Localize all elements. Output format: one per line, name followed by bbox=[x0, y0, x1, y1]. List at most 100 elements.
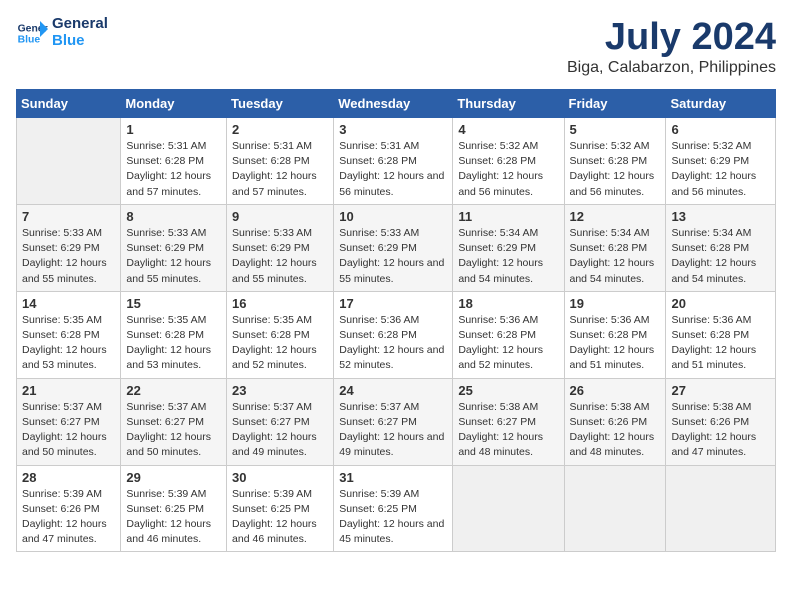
day-cell: 13Sunrise: 5:34 AMSunset: 6:28 PMDayligh… bbox=[666, 204, 776, 291]
day-number: 18 bbox=[458, 296, 558, 311]
title-section: July 2024 Biga, Calabarzon, Philippines bbox=[567, 16, 776, 77]
day-number: 1 bbox=[126, 122, 221, 137]
day-info: Sunrise: 5:32 AMSunset: 6:29 PMDaylight:… bbox=[671, 139, 770, 200]
day-cell: 5Sunrise: 5:32 AMSunset: 6:28 PMDaylight… bbox=[564, 118, 666, 205]
header-cell-tuesday: Tuesday bbox=[227, 90, 334, 118]
day-number: 2 bbox=[232, 122, 328, 137]
day-cell: 11 Sunrise: 5:34 AMSunset: 6:29 PMDayligh… bbox=[453, 204, 564, 291]
day-info: Sunrise: 5:37 AMSunset: 6:27 PMDaylight:… bbox=[339, 400, 447, 461]
day-cell: 12 Sunrise: 5:34 AMSunset: 6:28 PMDayligh… bbox=[564, 204, 666, 291]
day-number: 9 bbox=[232, 209, 328, 224]
week-row: 7Sunrise: 5:33 AMSunset: 6:29 PMDaylight… bbox=[17, 204, 776, 291]
day-number: 8 bbox=[126, 209, 221, 224]
header-cell-monday: Monday bbox=[121, 90, 227, 118]
day-cell bbox=[666, 465, 776, 552]
day-info: Sunrise: 5:33 AMSunset: 6:29 PMDaylight:… bbox=[232, 226, 328, 287]
day-number: 31 bbox=[339, 470, 447, 485]
day-info: Sunrise: 5:35 AMSunset: 6:28 PMDaylight:… bbox=[232, 313, 328, 374]
calendar-body: 1 Sunrise: 5:31 AMSunset: 6:28 PMDaylight… bbox=[17, 118, 776, 552]
day-cell: 17Sunrise: 5:36 AMSunset: 6:28 PMDayligh… bbox=[334, 291, 453, 378]
day-info: Sunrise: 5:38 AMSunset: 6:26 PMDaylight:… bbox=[570, 400, 661, 461]
day-info: Sunrise: 5:39 AMSunset: 6:26 PMDaylight:… bbox=[22, 487, 115, 548]
day-cell: 3 Sunrise: 5:31 AMSunset: 6:28 PMDaylight… bbox=[334, 118, 453, 205]
day-info: Sunrise: 5:33 AMSunset: 6:29 PMDaylight:… bbox=[339, 226, 447, 287]
day-info: Sunrise: 5:34 AMSunset: 6:29 PMDaylight:… bbox=[458, 226, 558, 287]
calendar-header: SundayMondayTuesdayWednesdayThursdayFrid… bbox=[17, 90, 776, 118]
day-info: Sunrise: 5:35 AMSunset: 6:28 PMDaylight:… bbox=[126, 313, 221, 374]
day-number: 29 bbox=[126, 470, 221, 485]
day-cell: 24 Sunrise: 5:37 AMSunset: 6:27 PMDayligh… bbox=[334, 378, 453, 465]
day-info: Sunrise: 5:37 AMSunset: 6:27 PMDaylight:… bbox=[22, 400, 115, 461]
day-number: 4 bbox=[458, 122, 558, 137]
day-cell: 14 Sunrise: 5:35 AMSunset: 6:28 PMDayligh… bbox=[17, 291, 121, 378]
day-number: 21 bbox=[22, 383, 115, 398]
day-number: 28 bbox=[22, 470, 115, 485]
day-cell: 15 Sunrise: 5:35 AMSunset: 6:28 PMDayligh… bbox=[121, 291, 227, 378]
location-title: Biga, Calabarzon, Philippines bbox=[567, 59, 776, 77]
day-info: Sunrise: 5:39 AMSunset: 6:25 PMDaylight:… bbox=[232, 487, 328, 548]
day-number: 6 bbox=[671, 122, 770, 137]
day-cell: 20 Sunrise: 5:36 AMSunset: 6:28 PMDayligh… bbox=[666, 291, 776, 378]
day-info: Sunrise: 5:32 AMSunset: 6:28 PMDaylight:… bbox=[458, 139, 558, 200]
day-info: Sunrise: 5:39 AMSunset: 6:25 PMDaylight:… bbox=[126, 487, 221, 548]
day-info: Sunrise: 5:36 AMSunset: 6:28 PMDaylight:… bbox=[458, 313, 558, 374]
header-cell-friday: Friday bbox=[564, 90, 666, 118]
day-number: 25 bbox=[458, 383, 558, 398]
day-number: 15 bbox=[126, 296, 221, 311]
svg-text:Blue: Blue bbox=[18, 34, 41, 45]
day-info: Sunrise: 5:36 AMSunset: 6:28 PMDaylight:… bbox=[339, 313, 447, 374]
day-cell: 27 Sunrise: 5:38 AMSunset: 6:26 PMDayligh… bbox=[666, 378, 776, 465]
day-number: 3 bbox=[339, 122, 447, 137]
header-cell-thursday: Thursday bbox=[453, 90, 564, 118]
day-info: Sunrise: 5:37 AMSunset: 6:27 PMDaylight:… bbox=[126, 400, 221, 461]
header-cell-sunday: Sunday bbox=[17, 90, 121, 118]
day-cell bbox=[453, 465, 564, 552]
day-number: 22 bbox=[126, 383, 221, 398]
day-number: 13 bbox=[671, 209, 770, 224]
logo-line2: Blue bbox=[52, 33, 108, 50]
logo: General Blue General Blue bbox=[16, 16, 108, 49]
day-cell bbox=[564, 465, 666, 552]
day-cell: 4 Sunrise: 5:32 AMSunset: 6:28 PMDaylight… bbox=[453, 118, 564, 205]
day-info: Sunrise: 5:39 AMSunset: 6:25 PMDaylight:… bbox=[339, 487, 447, 548]
week-row: 28 Sunrise: 5:39 AMSunset: 6:26 PMDayligh… bbox=[17, 465, 776, 552]
day-info: Sunrise: 5:34 AMSunset: 6:28 PMDaylight:… bbox=[570, 226, 661, 287]
day-number: 12 bbox=[570, 209, 661, 224]
month-title: July 2024 bbox=[567, 16, 776, 59]
day-number: 30 bbox=[232, 470, 328, 485]
day-info: Sunrise: 5:31 AMSunset: 6:28 PMDaylight:… bbox=[126, 139, 221, 200]
day-number: 19 bbox=[570, 296, 661, 311]
day-info: Sunrise: 5:35 AMSunset: 6:28 PMDaylight:… bbox=[22, 313, 115, 374]
day-info: Sunrise: 5:31 AMSunset: 6:28 PMDaylight:… bbox=[339, 139, 447, 200]
day-cell: 2 Sunrise: 5:31 AMSunset: 6:28 PMDaylight… bbox=[227, 118, 334, 205]
day-cell: 9 Sunrise: 5:33 AMSunset: 6:29 PMDaylight… bbox=[227, 204, 334, 291]
day-number: 11 bbox=[458, 209, 558, 224]
day-number: 5 bbox=[570, 122, 661, 137]
week-row: 14 Sunrise: 5:35 AMSunset: 6:28 PMDayligh… bbox=[17, 291, 776, 378]
week-row: 1 Sunrise: 5:31 AMSunset: 6:28 PMDaylight… bbox=[17, 118, 776, 205]
day-info: Sunrise: 5:37 AMSunset: 6:27 PMDaylight:… bbox=[232, 400, 328, 461]
day-number: 23 bbox=[232, 383, 328, 398]
page-header: General Blue General Blue July 2024 Biga… bbox=[16, 16, 776, 77]
day-info: Sunrise: 5:38 AMSunset: 6:27 PMDaylight:… bbox=[458, 400, 558, 461]
day-cell: 26Sunrise: 5:38 AMSunset: 6:26 PMDayligh… bbox=[564, 378, 666, 465]
day-number: 20 bbox=[671, 296, 770, 311]
day-info: Sunrise: 5:31 AMSunset: 6:28 PMDaylight:… bbox=[232, 139, 328, 200]
logo-line1: General bbox=[52, 16, 108, 33]
day-info: Sunrise: 5:36 AMSunset: 6:28 PMDaylight:… bbox=[671, 313, 770, 374]
day-cell: 23 Sunrise: 5:37 AMSunset: 6:27 PMDayligh… bbox=[227, 378, 334, 465]
day-cell: 7Sunrise: 5:33 AMSunset: 6:29 PMDaylight… bbox=[17, 204, 121, 291]
day-cell: 22 Sunrise: 5:37 AMSunset: 6:27 PMDayligh… bbox=[121, 378, 227, 465]
day-number: 27 bbox=[671, 383, 770, 398]
header-cell-wednesday: Wednesday bbox=[334, 90, 453, 118]
day-number: 16 bbox=[232, 296, 328, 311]
day-cell: 25 Sunrise: 5:38 AMSunset: 6:27 PMDayligh… bbox=[453, 378, 564, 465]
day-number: 24 bbox=[339, 383, 447, 398]
day-info: Sunrise: 5:38 AMSunset: 6:26 PMDaylight:… bbox=[671, 400, 770, 461]
day-cell: 1 Sunrise: 5:31 AMSunset: 6:28 PMDaylight… bbox=[121, 118, 227, 205]
day-cell: 30 Sunrise: 5:39 AMSunset: 6:25 PMDayligh… bbox=[227, 465, 334, 552]
calendar-table: SundayMondayTuesdayWednesdayThursdayFrid… bbox=[16, 89, 776, 552]
day-number: 14 bbox=[22, 296, 115, 311]
day-cell: 6 Sunrise: 5:32 AMSunset: 6:29 PMDaylight… bbox=[666, 118, 776, 205]
day-info: Sunrise: 5:36 AMSunset: 6:28 PMDaylight:… bbox=[570, 313, 661, 374]
